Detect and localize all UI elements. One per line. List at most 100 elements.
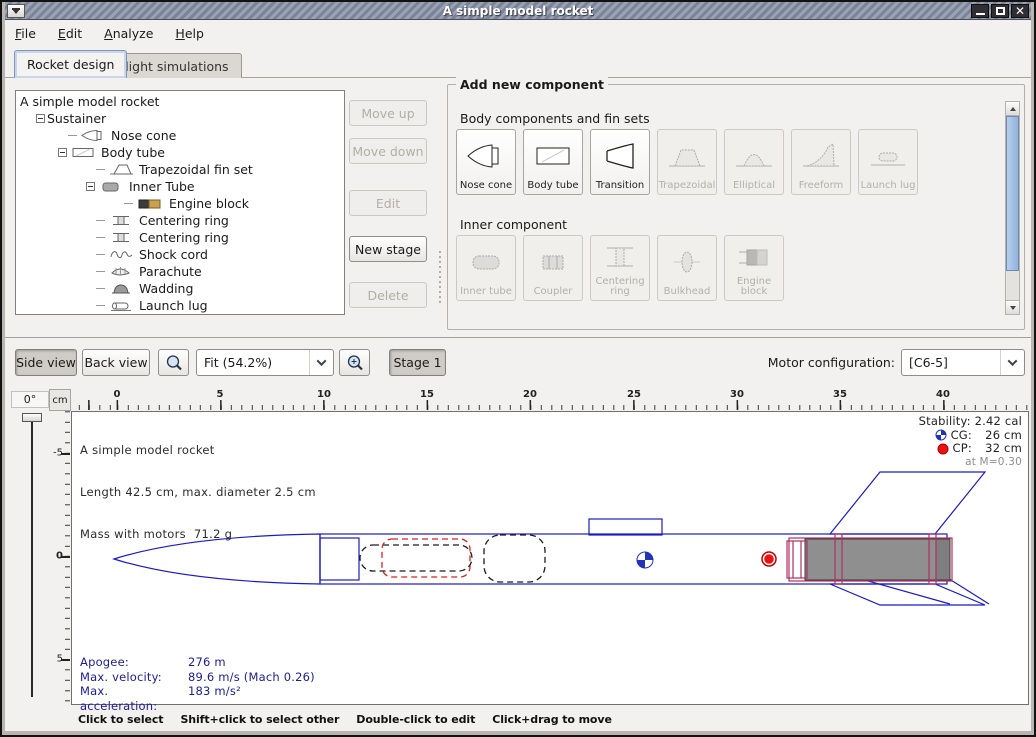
zoom-out-button[interactable] <box>158 349 189 376</box>
delete-button[interactable]: Delete <box>349 282 427 308</box>
side-view-button[interactable]: Side view <box>15 349 77 376</box>
tree-row-body-tube[interactable]: Body tube <box>16 144 344 161</box>
rocket-canvas[interactable]: A simple model rocket Length 42.5 cm, ma… <box>71 411 1029 705</box>
tree-row-wadding[interactable]: Wadding <box>16 280 344 297</box>
scroll-up-button[interactable] <box>1006 102 1019 116</box>
menu-file[interactable]: File <box>15 26 36 41</box>
cp-icon <box>937 443 949 455</box>
edit-button[interactable]: Edit <box>349 190 427 216</box>
cg-icon <box>935 429 947 441</box>
design-panel: A simple model rocket Sustainer Nose con… <box>5 78 1031 337</box>
add-freeform-fin-button[interactable]: Freeform <box>791 129 851 195</box>
launch-lug-shape[interactable] <box>589 519 662 535</box>
flight-data: Apogee:276 m Max. velocity:89.6 m/s (Mac… <box>80 655 315 713</box>
body-components-label: Body components and fin sets <box>460 111 650 126</box>
tree-row-centering-ring-1[interactable]: Centering ring <box>16 212 344 229</box>
rocket-mass: Mass with motors 71.2 g <box>80 527 316 541</box>
add-engine-block-button[interactable]: Engine block <box>724 235 784 301</box>
scrollbar-thumb[interactable] <box>1006 116 1019 271</box>
tree-connector <box>96 271 105 272</box>
body-tube-icon <box>71 146 97 159</box>
status-bar: Click to select Shift+click to select ot… <box>5 707 1031 731</box>
menu-analyze[interactable]: Analyze <box>104 26 153 41</box>
max-velocity-value: 89.6 m/s (Mach 0.26) <box>188 670 315 685</box>
move-up-button[interactable]: Move up <box>349 100 427 126</box>
window-frame: A simple model rocket ✕ File Edit Analyz… <box>0 0 1036 737</box>
stage-actions: Move up Move down Edit New stage Delete <box>349 78 429 337</box>
cg-marker <box>637 552 653 568</box>
shock-cord-shape[interactable] <box>360 545 472 571</box>
component-panel-scrollbar[interactable] <box>1005 101 1020 315</box>
add-nose-cone-button[interactable]: Nose cone <box>456 129 516 195</box>
arrow-up-icon <box>1010 107 1016 111</box>
ruler-major-tick <box>61 453 70 455</box>
window-controls: ✕ <box>971 4 1029 18</box>
collapse-icon[interactable] <box>86 182 95 191</box>
tab-rocket-design[interactable]: Rocket design <box>14 50 127 78</box>
inner-tube-icon <box>465 247 507 277</box>
splitter-handle[interactable] <box>438 250 444 306</box>
centering-ring-icon <box>109 231 135 244</box>
rotation-slider[interactable] <box>31 419 33 697</box>
ruler-major-ticks <box>71 400 1029 410</box>
motor-shape[interactable] <box>805 539 950 580</box>
tree-row-trapezoidal-fin-set[interactable]: Trapezoidal fin set <box>16 161 344 178</box>
wadding-shape[interactable] <box>484 535 545 582</box>
bulkhead-icon <box>666 247 708 277</box>
window-menu-triangle-glyph <box>12 9 20 14</box>
close-button[interactable]: ✕ <box>1011 4 1029 18</box>
maximize-icon <box>996 7 1005 15</box>
tree-connector <box>124 203 133 204</box>
tree-row-centering-ring-2[interactable]: Centering ring <box>16 229 344 246</box>
launch-lug-icon <box>109 299 135 312</box>
add-body-tube-button[interactable]: Body tube <box>523 129 583 195</box>
add-centering-ring-button[interactable]: Centering ring <box>590 235 650 301</box>
tree-row-sustainer[interactable]: Sustainer <box>16 110 344 127</box>
move-down-button[interactable]: Move down <box>349 138 427 164</box>
engine-block-icon <box>733 242 775 272</box>
rotation-slider-thumb[interactable] <box>22 413 42 422</box>
nose-shoulder-shape <box>320 538 359 580</box>
tree-row-parachute[interactable]: Parachute <box>16 263 344 280</box>
add-launch-lug-button[interactable]: Launch lug <box>858 129 918 195</box>
menu-edit[interactable]: Edit <box>58 26 82 41</box>
tree-row-root[interactable]: A simple model rocket <box>16 93 344 110</box>
stage-1-toggle[interactable]: Stage 1 <box>389 349 446 376</box>
apogee-value: 276 m <box>188 655 226 670</box>
minimize-button[interactable] <box>971 4 989 18</box>
fin-top-shape[interactable] <box>830 472 985 534</box>
add-trapezoidal-fin-button[interactable]: Trapezoidal <box>657 129 717 195</box>
ruler-unit[interactable]: cm <box>49 389 71 411</box>
motor-configuration-label: Motor configuration: <box>768 355 895 370</box>
tree-row-nose-cone[interactable]: Nose cone <box>16 127 344 144</box>
collapse-icon[interactable] <box>58 148 67 157</box>
collapse-icon[interactable] <box>36 114 45 123</box>
inner-tube-icon <box>99 180 125 193</box>
tree-row-inner-tube[interactable]: Inner Tube <box>16 178 344 195</box>
motor-configuration-select[interactable]: [C6-5] <box>901 349 1025 376</box>
rocket-dimensions: Length 42.5 cm, max. diameter 2.5 cm <box>80 485 316 499</box>
tree-row-launch-lug[interactable]: Launch lug <box>16 297 344 314</box>
scroll-down-button[interactable] <box>1006 300 1019 314</box>
tree-row-shock-cord[interactable]: Shock cord <box>16 246 344 263</box>
add-coupler-button[interactable]: Coupler <box>523 235 583 301</box>
engine-block-shape[interactable] <box>787 541 807 578</box>
add-bulkhead-button[interactable]: Bulkhead <box>657 235 717 301</box>
maximize-button[interactable] <box>991 4 1009 18</box>
window-menu-icon[interactable] <box>7 4 25 18</box>
new-stage-button[interactable]: New stage <box>349 236 427 262</box>
tree-row-engine-block[interactable]: Engine block <box>16 195 344 212</box>
ruler-minor-ticks <box>65 411 70 705</box>
shock-cord-icon <box>109 248 135 261</box>
tree-connector <box>96 220 105 221</box>
back-view-button[interactable]: Back view <box>82 349 150 376</box>
add-transition-button[interactable]: Transition <box>590 129 650 195</box>
menu-help[interactable]: Help <box>175 26 204 41</box>
nose-cone-icon <box>81 129 107 142</box>
zoom-in-button[interactable] <box>339 349 370 376</box>
add-elliptical-fin-button[interactable]: Elliptical <box>724 129 784 195</box>
view-toolbar: Side view Back view Fit (54.2%) Stage 1 … <box>5 337 1031 387</box>
zoom-level-select[interactable]: Fit (54.2%) <box>196 349 334 376</box>
add-inner-tube-button[interactable]: Inner tube <box>456 235 516 301</box>
arrow-down-icon <box>1010 306 1016 310</box>
